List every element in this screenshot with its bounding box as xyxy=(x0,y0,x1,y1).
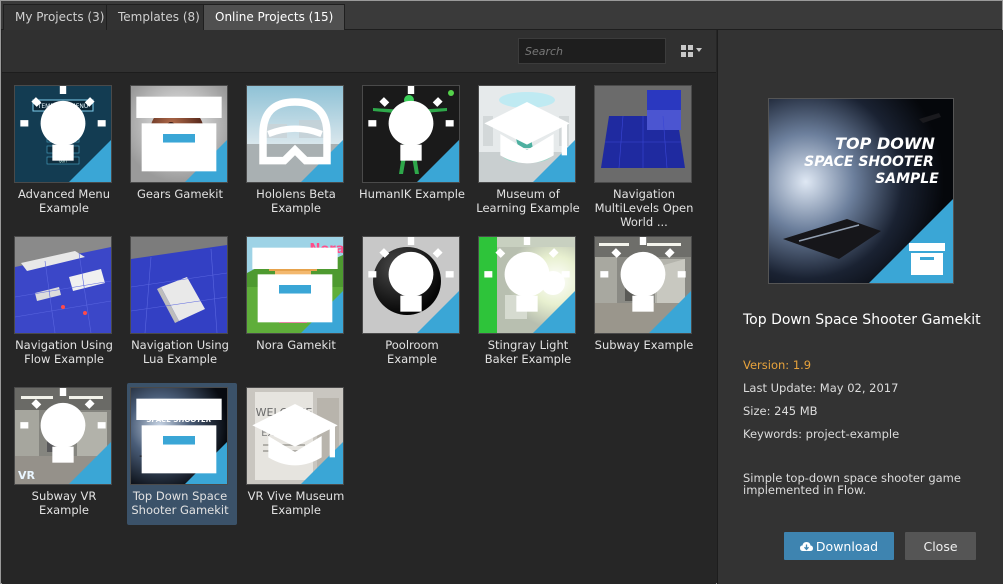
project-manager-window: My Projects (3) Templates (8) Online Pro… xyxy=(0,0,1003,584)
browser-toolbar xyxy=(2,30,716,73)
project-label: Gears Gamekit xyxy=(136,187,223,201)
lightbulb-icon xyxy=(368,86,454,161)
box-icon xyxy=(136,398,222,474)
project-thumbnail xyxy=(362,85,460,183)
project-label: Advanced Menu Example xyxy=(17,187,111,215)
project-details-panel: TOP DOWN SPACE SHOOTER SAMPLE Top Down S… xyxy=(717,30,1003,584)
project-browser: TEMPLATE MENU START OPTIONS CREDITS QUIT… xyxy=(2,30,716,584)
project-thumbnail xyxy=(594,85,692,183)
project-label: Navigation Using Lua Example xyxy=(131,338,229,366)
project-navigation-multilevels[interactable]: Navigation MultiLevels Open World ... xyxy=(591,81,701,229)
close-button[interactable]: Close xyxy=(905,532,976,560)
cloud-download-icon xyxy=(799,541,813,551)
project-description: Simple top-down space shooter game imple… xyxy=(743,471,961,497)
project-label: Navigation MultiLevels Open World ... xyxy=(594,187,694,229)
project-poolroom[interactable]: 8 Poolroom Example xyxy=(359,232,469,374)
project-label: Subway Example xyxy=(594,338,694,352)
project-nora-gamekit[interactable]: Nora Nora Gamekit xyxy=(243,232,353,374)
view-mode-button[interactable] xyxy=(678,42,704,60)
preview-title-line3: SAMPLE xyxy=(875,171,939,187)
project-humanik[interactable]: HumanIK Example xyxy=(359,81,469,223)
project-thumbnail xyxy=(478,85,576,183)
project-label: Nora Gamekit xyxy=(256,338,336,352)
project-gears-gamekit[interactable]: Gears Gamekit xyxy=(127,81,237,223)
lightbulb-icon xyxy=(20,86,106,161)
tab-my-projects[interactable]: My Projects (3) xyxy=(3,4,117,30)
tab-bar: My Projects (3) Templates (8) Online Pro… xyxy=(1,1,1002,30)
project-navigation-flow[interactable]: Navigation Using Flow Example xyxy=(11,232,121,374)
lightbulb-icon xyxy=(484,237,570,312)
project-thumbnail xyxy=(246,85,344,183)
project-thumbnail: VR xyxy=(14,387,112,485)
project-size: Size: 245 MB xyxy=(743,404,818,418)
preview-title-line2: SPACE SHOOTER xyxy=(804,154,934,170)
project-thumbnail xyxy=(130,236,228,334)
project-label: Top Down Space Shooter Gamekit xyxy=(131,489,229,517)
lightbulb-icon xyxy=(600,237,686,312)
chevron-down-icon xyxy=(696,48,702,52)
project-thumbnail: 8 xyxy=(362,236,460,334)
project-label: Hololens Beta Example xyxy=(256,187,336,215)
project-thumbnail: TEMPLATE MENU START OPTIONS CREDITS QUIT xyxy=(14,85,112,183)
project-title: Top Down Space Shooter Gamekit xyxy=(743,312,981,328)
project-last-update: Last Update: May 02, 2017 xyxy=(743,381,899,395)
project-label: Poolroom Example xyxy=(385,338,439,366)
project-subway[interactable]: Subway Example xyxy=(591,232,701,374)
project-advanced-menu[interactable]: TEMPLATE MENU START OPTIONS CREDITS QUIT… xyxy=(11,81,121,223)
project-thumbnail xyxy=(594,236,692,334)
project-museum-of-learning[interactable]: Museum of Learning Example xyxy=(475,81,585,223)
project-thumbnail xyxy=(130,85,228,183)
project-hololens-beta[interactable]: Hololens Beta Example xyxy=(243,81,353,223)
project-thumbnail: WELCOME EXPLORE xyxy=(246,387,344,485)
project-label: Stingray Light Baker Example xyxy=(484,338,572,366)
project-version: Version: 1.9 xyxy=(743,358,812,372)
project-thumbnail: Nora xyxy=(246,236,344,334)
project-vr-vive-museum[interactable]: WELCOME EXPLORE VR Vive Museum Example xyxy=(243,383,353,525)
project-preview-image: TOP DOWN SPACE SHOOTER SAMPLE xyxy=(768,98,954,284)
project-thumbnail xyxy=(14,236,112,334)
download-label: Download xyxy=(815,538,879,554)
project-thumbnail: TOP DOWN SPACE SHOOTER SAMPLE xyxy=(130,387,228,485)
graduation-cap-icon xyxy=(252,404,338,466)
project-navigation-lua[interactable]: Navigation Using Lua Example xyxy=(127,232,237,374)
tab-online-projects[interactable]: Online Projects (15) xyxy=(203,4,346,30)
project-label: Navigation Using Flow Example xyxy=(15,338,113,366)
search-input[interactable] xyxy=(518,38,666,64)
graduation-cap-icon xyxy=(484,102,570,164)
tab-templates[interactable]: Templates (8) xyxy=(106,4,212,30)
project-subway-vr[interactable]: VR Subway VR Example xyxy=(11,383,121,525)
project-top-down-space-shooter[interactable]: TOP DOWN SPACE SHOOTER SAMPLE Top Down S… xyxy=(127,383,237,525)
lightbulb-icon xyxy=(368,237,454,312)
project-thumbnail xyxy=(478,236,576,334)
box-icon xyxy=(909,243,945,275)
preview-title-line1: TOP DOWN xyxy=(835,134,935,153)
box-icon xyxy=(136,96,222,172)
lightbulb-icon xyxy=(20,388,106,463)
project-label: Subway VR Example xyxy=(31,489,97,517)
download-button[interactable]: Download xyxy=(784,532,894,560)
vr-headset-icon xyxy=(259,98,331,165)
project-label: Museum of Learning Example xyxy=(476,187,580,215)
project-label: HumanIK Example xyxy=(359,187,465,201)
box-icon xyxy=(252,247,338,323)
project-label: VR Vive Museum Example xyxy=(247,489,345,517)
project-stingray-light-baker[interactable]: Stingray Light Baker Example xyxy=(475,232,585,374)
project-keywords: Keywords: project-example xyxy=(743,427,900,441)
